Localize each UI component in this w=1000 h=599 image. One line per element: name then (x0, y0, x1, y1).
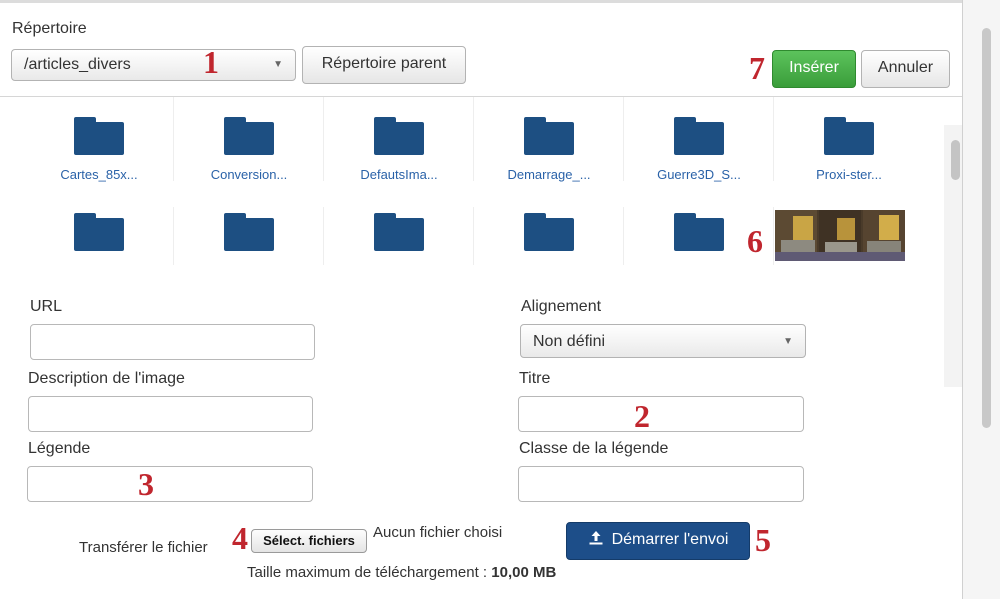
annotation-7: 7 (749, 50, 765, 86)
folder-icon (523, 117, 574, 155)
transfer-file-label: Transférer le fichier (79, 539, 208, 556)
annotation-5: 5 (755, 522, 771, 558)
folder-item[interactable]: Demarrage_... (474, 97, 624, 182)
alignment-label: Alignement (521, 298, 602, 315)
alignment-select[interactable]: Non défini ▼ (520, 324, 806, 358)
max-size-label: Taille maximum de téléchargement : (247, 564, 488, 581)
folder-label: DefautsIma... (360, 167, 438, 182)
title-label: Titre (519, 370, 551, 387)
caption-class-input[interactable] (518, 466, 804, 502)
directory-select[interactable]: /articles_divers ▼ (11, 49, 296, 81)
folder-item[interactable]: DefautsIma... (324, 97, 474, 182)
folder-item[interactable] (324, 207, 474, 265)
alignment-select-value: Non défini (533, 333, 606, 350)
select-files-button[interactable]: Sélect. fichiers (251, 529, 367, 553)
annotation-2: 2 (634, 398, 650, 434)
caption-input[interactable] (27, 466, 313, 502)
folder-item[interactable]: Cartes_85x... (24, 97, 174, 182)
chevron-down-icon: ▼ (783, 336, 793, 347)
folder-item[interactable]: Conversion... (174, 97, 324, 182)
annotation-1: 1 (203, 44, 219, 80)
directory-label: Répertoire (12, 20, 87, 37)
directory-select-value: /articles_divers (24, 56, 131, 73)
folder-label: Demarrage_... (507, 167, 591, 182)
folder-item[interactable] (174, 207, 324, 265)
start-upload-button[interactable]: Démarrer l'envoi (566, 522, 750, 560)
folder-icon (223, 213, 274, 251)
folder-label: Proxi-ster... (816, 167, 882, 182)
max-upload-size: Taille maximum de téléchargement : 10,00… (247, 564, 556, 581)
annotation-3: 3 (138, 466, 154, 502)
folder-item[interactable]: Proxi-ster... (774, 97, 924, 182)
folder-icon (73, 213, 124, 251)
chevron-down-icon: ▼ (273, 59, 283, 70)
folder-item[interactable]: Guerre3D_S... (624, 97, 774, 182)
outer-scrollbar-track[interactable] (962, 0, 1000, 599)
caption-label: Légende (28, 440, 91, 457)
annotation-6: 6 (747, 223, 763, 259)
upload-icon (588, 523, 604, 557)
directory-toolbar: Répertoire /articles_divers ▼ Répertoire… (0, 3, 962, 97)
parent-directory-button[interactable]: Répertoire parent (302, 46, 466, 84)
photo-icon (775, 210, 905, 261)
outer-scrollbar-thumb[interactable] (982, 28, 991, 428)
grid-scrollbar-thumb[interactable] (951, 140, 960, 180)
folder-icon (373, 213, 424, 251)
folder-item[interactable] (24, 207, 174, 265)
folder-icon (223, 117, 274, 155)
description-label: Description de l'image (28, 370, 185, 387)
folder-icon (673, 117, 724, 155)
image-thumbnail[interactable] (775, 210, 905, 261)
folder-label: Conversion... (210, 167, 288, 182)
title-input[interactable] (518, 396, 804, 432)
folder-icon (373, 117, 424, 155)
no-file-chosen-text: Aucun fichier choisi (373, 524, 503, 541)
folder-label: Guerre3D_S... (657, 167, 741, 182)
start-upload-label: Démarrer l'envoi (611, 531, 729, 548)
annotation-4: 4 (232, 520, 248, 556)
url-label: URL (30, 298, 63, 315)
folder-item[interactable] (474, 207, 624, 265)
caption-class-label: Classe de la légende (519, 440, 669, 457)
folder-icon (73, 117, 124, 155)
insert-button[interactable]: Insérer (772, 50, 856, 88)
folder-label: Cartes_85x... (60, 167, 138, 182)
folder-icon (824, 117, 874, 155)
url-input[interactable] (30, 324, 315, 360)
folder-icon (523, 213, 574, 251)
folder-icon (673, 213, 724, 251)
description-input[interactable] (28, 396, 313, 432)
max-size-value: 10,00 MB (491, 564, 557, 581)
cancel-button[interactable]: Annuler (861, 50, 950, 88)
